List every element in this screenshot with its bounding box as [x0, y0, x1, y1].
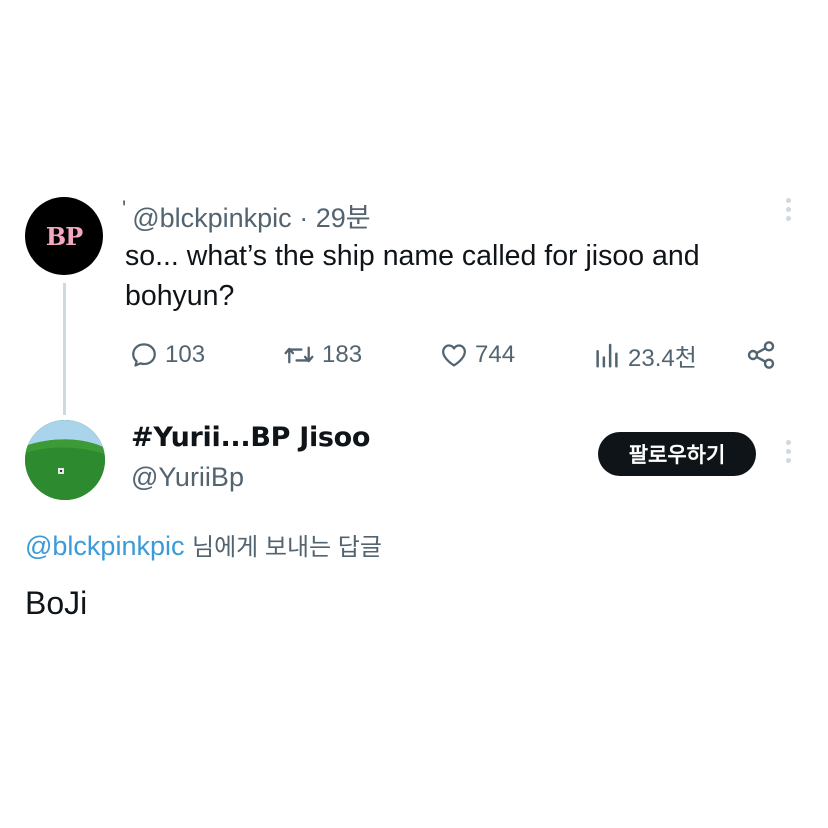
- views-icon: [596, 343, 618, 368]
- more-vertical-icon[interactable]: [783, 440, 793, 463]
- tweet-meta: ' @blckpinkpic · 29분: [122, 196, 371, 235]
- retweet-icon: [284, 346, 314, 364]
- replying-to: @blckpinkpic 님에게 보내는 답글: [25, 527, 382, 562]
- tweet-actions: 103 183 744 23.4천: [0, 336, 828, 374]
- heart-icon: [442, 344, 466, 367]
- replying-to-mention[interactable]: @blckpinkpic: [25, 531, 184, 561]
- reply-count: 103: [165, 341, 206, 368]
- like-count: 744: [475, 341, 516, 368]
- share-button[interactable]: [745, 336, 777, 374]
- retweet-button[interactable]: 183: [282, 336, 362, 374]
- follow-button[interactable]: 팔로우하기: [598, 432, 756, 476]
- reply-display-name[interactable]: #Yurii...BP Jisoo: [131, 422, 370, 453]
- avatar-image: [25, 420, 105, 500]
- truncated-name-mark: ': [122, 196, 127, 221]
- replying-to-suffix: 님에게 보내는 답글: [191, 534, 382, 561]
- reply-text: BoJi: [25, 585, 88, 621]
- avatar-yuriibp[interactable]: [25, 420, 105, 500]
- reply-icon: [132, 343, 156, 367]
- tweet-handle[interactable]: @blckpinkpic: [132, 203, 291, 233]
- reply-button[interactable]: 103: [129, 336, 205, 374]
- tweet-time[interactable]: 29분: [316, 203, 371, 233]
- reply-handle[interactable]: @YuriiBp: [131, 462, 244, 493]
- share-icon: [747, 341, 775, 369]
- views-count: 23.4천: [628, 344, 697, 372]
- tweet-thread: BP ' @blckpinkpic · 29분 so... what’s the …: [0, 0, 828, 828]
- avatar-blckpinkpic[interactable]: BP: [25, 197, 103, 275]
- views-button[interactable]: 23.4천: [592, 336, 697, 374]
- more-vertical-icon[interactable]: [783, 198, 793, 221]
- tweet-text: so... what’s the ship name called for ji…: [125, 240, 700, 312]
- like-button[interactable]: 744: [439, 336, 515, 374]
- avatar-logo-text: BP: [45, 221, 83, 251]
- meta-separator: ·: [299, 203, 309, 233]
- retweet-count: 183: [322, 341, 363, 368]
